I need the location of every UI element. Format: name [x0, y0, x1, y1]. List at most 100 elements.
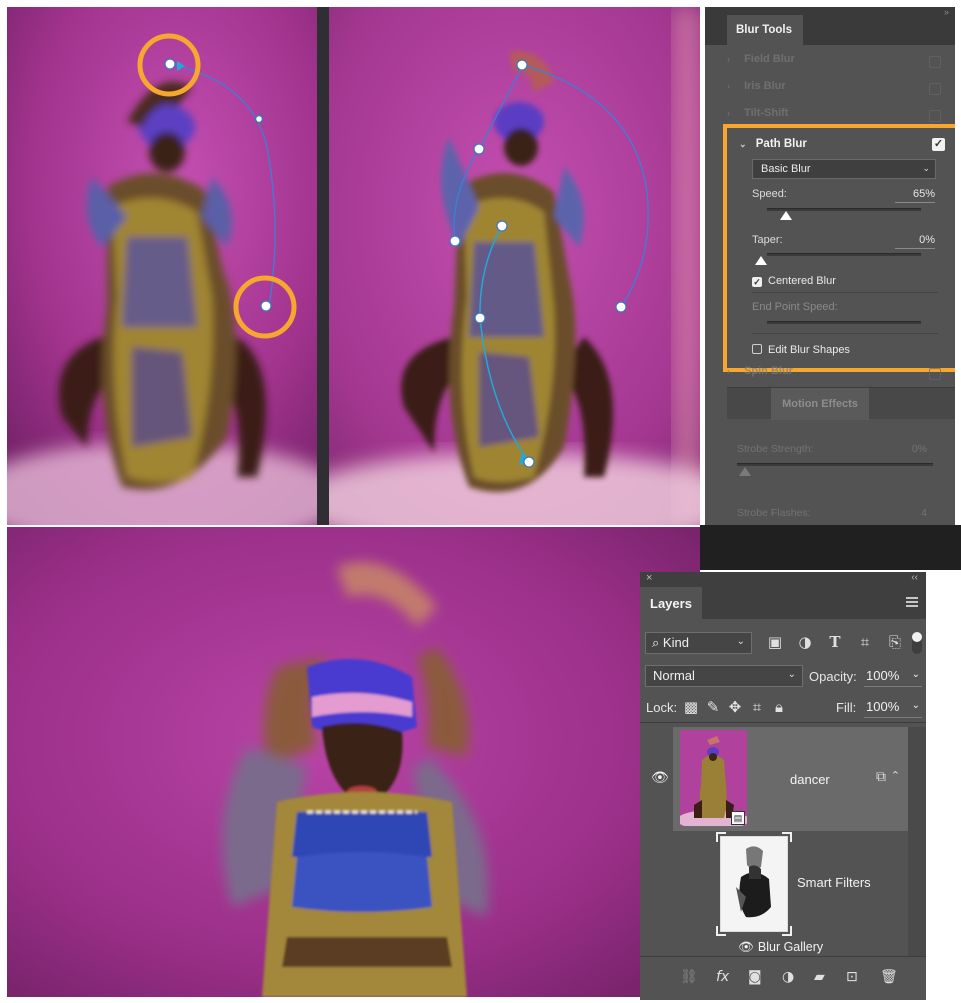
spin-blur-checkbox[interactable]: [929, 368, 941, 380]
layers-panel-titlebar: × ‹‹: [640, 572, 926, 587]
layers-scrollbar[interactable]: [908, 727, 926, 956]
taper-slider-thumb[interactable]: [755, 256, 767, 265]
chevron-down-icon: ⌄: [911, 700, 920, 711]
lock-all-icon[interactable]: 🔒︎: [770, 698, 788, 716]
kind-filter-value: Kind: [662, 635, 689, 650]
blur-gallery-filter[interactable]: 👁︎ Blur Gallery: [738, 939, 823, 955]
selection-corner: [716, 926, 726, 936]
chevron-right-icon: ›: [727, 366, 730, 376]
panel-menu-icon[interactable]: [906, 597, 918, 609]
path-blur-checkbox[interactable]: ✓: [932, 138, 945, 151]
field-blur-checkbox[interactable]: [929, 56, 941, 68]
selection-corner: [716, 832, 726, 842]
fill-label: Fill:: [836, 700, 857, 715]
lock-transparent-icon[interactable]: ▩: [682, 698, 700, 716]
adjustment-layer-icon[interactable]: ◑: [782, 969, 794, 985]
tilt-shift-checkbox[interactable]: [929, 110, 941, 122]
new-layer-icon[interactable]: ⊡: [846, 969, 858, 985]
centered-blur-label: Centered Blur: [768, 275, 836, 287]
tilt-shift-label: Tilt-Shift: [744, 107, 789, 119]
new-group-folder-icon[interactable]: ▰: [814, 969, 825, 985]
speed-value-field[interactable]: 65%: [895, 188, 935, 203]
smart-filter-mask-thumbnail[interactable]: [720, 836, 788, 932]
selection-corner: [782, 926, 792, 936]
kind-filter-select[interactable]: ⌕ Kind ⌄: [645, 632, 752, 654]
iris-blur-checkbox[interactable]: [929, 83, 941, 95]
link-layers-icon[interactable]: ⛓: [680, 969, 698, 985]
type-layer-filter-icon[interactable]: T: [824, 633, 846, 651]
opacity-value: 100%: [866, 668, 900, 683]
layer-visibility-eye-icon[interactable]: 👁︎: [651, 770, 669, 786]
centered-blur-option[interactable]: ✓ Centered Blur: [752, 275, 836, 287]
smart-filters-row[interactable]: Smart Filters 👁︎ Blur Gallery: [673, 831, 908, 956]
strobe-strength-label: Strobe Strength:: [737, 443, 814, 455]
filter-visibility-eye-icon[interactable]: 👁︎: [738, 939, 754, 954]
field-blur-row[interactable]: › Field Blur: [727, 53, 947, 80]
search-icon: ⌕: [652, 635, 660, 650]
canvas-photo-middle[interactable]: [329, 7, 700, 525]
taper-slider-track[interactable]: [767, 253, 921, 256]
smart-filter-link-icon[interactable]: ⧉: [876, 769, 886, 785]
tab-motion-effects[interactable]: Motion Effects: [771, 388, 869, 420]
speed-slider-thumb[interactable]: [780, 211, 792, 220]
section-divider: [752, 333, 938, 334]
canvas-photo-result: [7, 527, 700, 997]
layer-name-dancer[interactable]: dancer: [790, 772, 830, 787]
delete-layer-trash-icon[interactable]: 🗑︎: [880, 969, 898, 985]
opacity-label: Opacity:: [809, 669, 857, 684]
chevron-right-icon: ›: [727, 108, 730, 118]
lock-image-brush-icon[interactable]: ✎: [704, 698, 722, 716]
layer-style-fx-icon[interactable]: fx: [716, 969, 729, 985]
panel-divider: [317, 7, 329, 525]
layer-row-dancer[interactable]: ▤ dancer ⧉ ⌃: [673, 727, 908, 831]
blur-gallery-label: Blur Gallery: [757, 940, 824, 954]
panel-collapse-icon[interactable]: »: [944, 7, 949, 17]
add-mask-icon[interactable]: ◙: [748, 969, 762, 985]
speed-label: Speed:: [752, 188, 787, 200]
fill-field[interactable]: 100% ⌄: [864, 696, 922, 718]
strobe-strength-thumb[interactable]: [739, 467, 751, 476]
smart-object-filter-icon[interactable]: ⎘: [884, 633, 906, 651]
blend-mode-select[interactable]: Normal ⌄: [645, 665, 803, 687]
divider: [640, 722, 926, 723]
caret-up-icon[interactable]: ⌃: [891, 769, 900, 782]
path-blur-title: Path Blur: [755, 138, 807, 150]
taper-label: Taper:: [752, 234, 783, 246]
motion-effects-tabbar: Motion Effects: [727, 387, 955, 420]
iris-blur-row[interactable]: › Iris Blur: [727, 80, 947, 107]
iris-blur-label: Iris Blur: [744, 80, 786, 92]
lock-artboard-icon[interactable]: ⌗: [748, 698, 766, 716]
filter-toggle-switch[interactable]: [912, 632, 922, 654]
edit-blur-shapes-option[interactable]: Edit Blur Shapes: [752, 344, 850, 356]
strobe-strength-value[interactable]: 0%: [912, 443, 927, 455]
shape-layer-filter-icon[interactable]: ⌗: [854, 633, 876, 651]
path-blur-mode-select[interactable]: Basic Blur ⌄: [752, 159, 936, 179]
blur-tools-tabbar: Blur Tools »: [705, 7, 955, 45]
strobe-flashes-value[interactable]: 4: [921, 507, 927, 519]
opacity-field[interactable]: 100% ⌄: [864, 665, 922, 687]
taper-value-field[interactable]: 0%: [895, 234, 935, 249]
close-icon[interactable]: ×: [646, 572, 652, 584]
centered-blur-checkbox[interactable]: ✓: [752, 277, 762, 287]
path-blur-section: ⌄ Path Blur ✓ Basic Blur ⌄ Speed: 65% Ta…: [723, 124, 955, 372]
chevron-down-icon: ⌄: [739, 139, 747, 149]
strobe-strength-slider[interactable]: [737, 463, 933, 466]
lock-position-move-icon[interactable]: ✥: [726, 698, 744, 716]
blur-tools-panel: Blur Tools » › Field Blur › Iris Blur › …: [705, 7, 955, 525]
lock-options: ▩ ✎ ✥ ⌗ 🔒︎: [682, 698, 792, 716]
adjustment-layer-filter-icon[interactable]: ◑: [794, 633, 816, 651]
collapse-icon[interactable]: ‹‹: [911, 572, 918, 583]
canvas-photo-left[interactable]: [7, 7, 317, 525]
pixel-layer-filter-icon[interactable]: ▣: [764, 633, 786, 651]
path-blur-header[interactable]: ⌄ Path Blur: [739, 138, 807, 150]
chevron-down-icon: ⌄: [787, 669, 796, 680]
layer-filter-icons: ▣ ◑ T ⌗ ⎘: [764, 633, 914, 655]
tab-layers[interactable]: Layers: [640, 587, 702, 619]
chevron-down-icon: ⌄: [922, 163, 930, 173]
chevron-right-icon: ›: [727, 54, 730, 64]
edit-blur-shapes-checkbox[interactable]: [752, 344, 762, 354]
end-point-speed-slider[interactable]: [767, 321, 921, 324]
tab-blur-tools[interactable]: Blur Tools: [727, 15, 803, 45]
strobe-flashes-label: Strobe Flashes:: [737, 507, 811, 519]
path-blur-mode-value: Basic Blur: [761, 163, 811, 175]
